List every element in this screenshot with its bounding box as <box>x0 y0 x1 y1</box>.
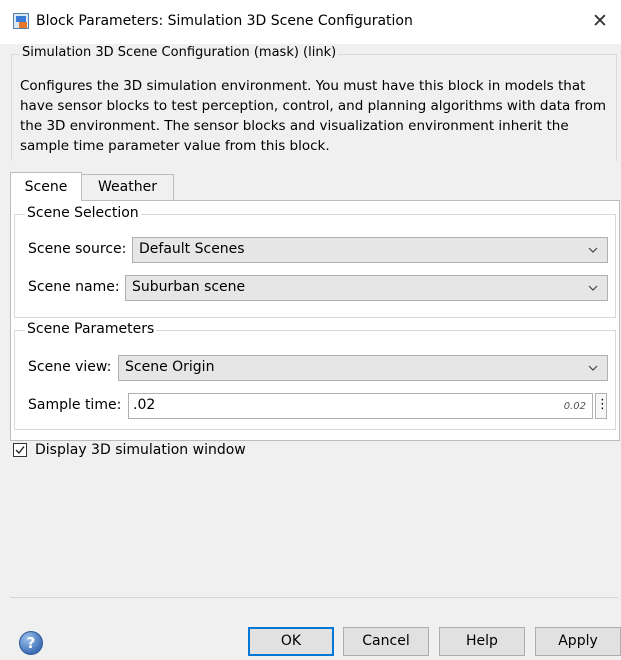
more-options-icon[interactable]: ⋮ <box>595 393 609 419</box>
display-3d-window-label: Display 3D simulation window <box>35 442 246 458</box>
chevron-down-icon <box>588 283 598 293</box>
chevron-down-icon <box>588 363 598 373</box>
window-title: Block Parameters: Simulation 3D Scene Co… <box>36 13 413 29</box>
divider <box>10 597 618 598</box>
apply-button[interactable]: Apply <box>535 627 621 656</box>
scene-view-dropdown[interactable]: Scene Origin <box>118 355 608 381</box>
scene-name-dropdown[interactable]: Suburban scene <box>125 275 608 301</box>
sample-time-label: Sample time: <box>28 397 122 413</box>
tab-scene[interactable]: Scene <box>10 172 82 201</box>
sample-time-evaluated: 0.02 <box>563 401 586 412</box>
scene-selection-group: Scene Selection Scene source: Default Sc… <box>14 205 616 318</box>
scene-source-dropdown[interactable]: Default Scenes <box>132 237 608 263</box>
scene-selection-title: Scene Selection <box>25 205 141 221</box>
simulink-block-icon <box>13 13 29 29</box>
sample-time-field[interactable]: .02 0.02 <box>128 393 593 419</box>
close-icon[interactable]: ✕ <box>587 8 613 34</box>
help-button[interactable]: Help <box>439 627 525 656</box>
scene-source-label: Scene source: <box>28 241 127 257</box>
chevron-down-icon <box>588 245 598 255</box>
scene-source-value: Default Scenes <box>139 241 245 257</box>
scene-view-value: Scene Origin <box>125 359 215 375</box>
scene-name-value: Suburban scene <box>132 279 246 295</box>
title-bar: Block Parameters: Simulation 3D Scene Co… <box>0 0 621 44</box>
mask-caption: Simulation 3D Scene Configuration (mask)… <box>20 45 339 60</box>
scene-parameters-group: Scene Parameters Scene view: Scene Origi… <box>14 321 616 430</box>
cancel-button[interactable]: Cancel <box>343 627 429 656</box>
scene-parameters-title: Scene Parameters <box>25 321 157 337</box>
sample-time-value: .02 <box>133 397 156 413</box>
scene-view-label: Scene view: <box>28 359 112 375</box>
scene-name-label: Scene name: <box>28 279 120 295</box>
scene-tab-panel: Scene Selection Scene source: Default Sc… <box>10 200 620 441</box>
ok-button[interactable]: OK <box>248 627 334 656</box>
checkbox-checked-icon[interactable] <box>13 443 27 457</box>
help-question-icon[interactable]: ? <box>19 631 43 655</box>
tab-weather[interactable]: Weather <box>82 174 174 201</box>
block-description: Configures the 3D simulation environment… <box>20 78 606 154</box>
